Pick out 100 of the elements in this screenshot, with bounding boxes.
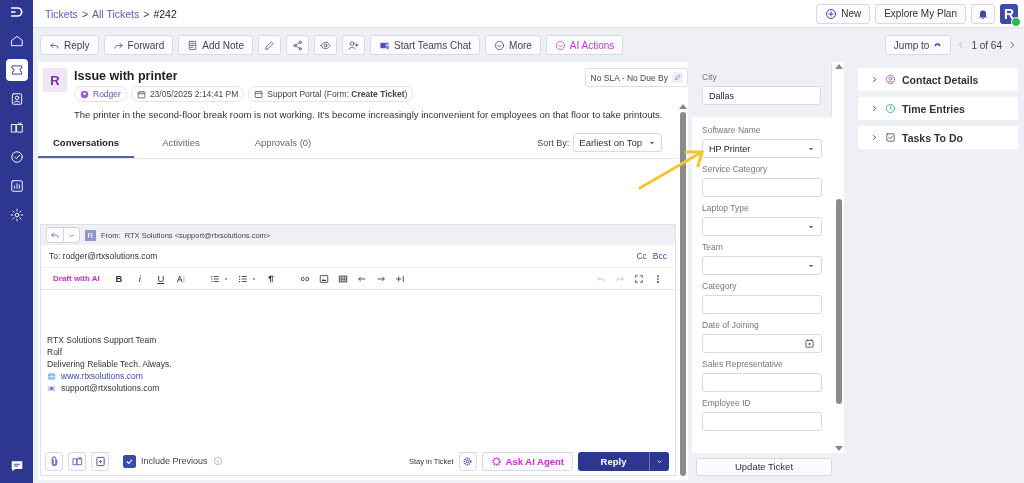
date-field[interactable] — [702, 334, 822, 353]
toolbar-button[interactable]: AI Actions — [545, 35, 624, 55]
field-label: Software Name — [702, 125, 762, 135]
icon-button[interactable] — [313, 35, 337, 55]
select-field[interactable]: HP Printer — [702, 139, 822, 158]
collapsible-panel[interactable]: Tasks To Do — [858, 126, 1018, 149]
knowledge-base-button[interactable] — [68, 451, 86, 471]
tab[interactable]: Approvals (0) — [228, 127, 338, 158]
check-circle-icon — [9, 150, 24, 164]
fullscreen-icon — [634, 273, 644, 284]
share-icon — [291, 39, 303, 51]
website-link[interactable]: www.rtxsolutions.com — [61, 371, 143, 381]
globe-icon — [47, 371, 56, 381]
created-date: 23/05/2025 2:14:41 PM — [149, 89, 239, 99]
insert-icon — [394, 273, 405, 284]
ticket-title: Issue with printer — [74, 69, 178, 83]
update-ticket-button[interactable]: Update Ticket — [696, 457, 832, 476]
toolbar-button[interactable]: Add Note — [178, 35, 253, 55]
draft-with-ai-button[interactable]: Draft with AI — [53, 274, 100, 283]
format-button[interactable]: i — [133, 273, 146, 284]
pencil-icon — [263, 39, 275, 51]
scrollbar[interactable] — [834, 64, 844, 451]
format-button[interactable]: U — [154, 273, 167, 284]
settings-button[interactable] — [458, 451, 477, 471]
field-label: Service Category — [702, 164, 769, 174]
pager-text: 1 of 64 — [971, 39, 1002, 51]
input-field[interactable] — [702, 373, 822, 392]
toolbar-button[interactable]: Reply — [40, 35, 99, 55]
flower-icon — [490, 455, 502, 467]
breadcrumb-separator: > — [81, 7, 88, 20]
toolbar-button[interactable]: More — [485, 35, 541, 55]
chart-icon — [9, 179, 24, 193]
input-field[interactable] — [702, 412, 822, 431]
sort-label: Sort By: — [537, 137, 570, 148]
panel-title: Contact Details — [902, 73, 979, 86]
explore-plan-button[interactable]: Explore My Plan — [875, 3, 966, 24]
format-button[interactable]: B — [112, 273, 125, 284]
cc-link[interactable]: Cc — [636, 251, 647, 261]
ticket-description: The printer in the second-floor break room is not working. It's become increasingly inconvenient for employees on that floor to take printouts. — [74, 109, 664, 120]
reply-icon — [50, 230, 60, 240]
toolbar-button[interactable]: Forward — [103, 35, 174, 55]
input-field[interactable] — [702, 178, 822, 197]
field-label: City — [702, 72, 718, 82]
field-label: Laptop Type — [702, 203, 750, 213]
signature-email: support@rtxsolutions.com — [61, 382, 160, 394]
email-icon — [47, 383, 56, 393]
requester-name: Rodger — [93, 89, 121, 99]
reply-options-button[interactable] — [649, 451, 669, 471]
font-size-icon — [175, 273, 186, 284]
plus-circle-icon — [825, 7, 838, 20]
select-field[interactable] — [702, 256, 822, 275]
tab[interactable]: Activities — [134, 127, 228, 158]
template-button[interactable] — [91, 451, 109, 471]
window-icon — [254, 89, 264, 99]
toolbar-button[interactable]: Start Teams Chat — [369, 35, 481, 55]
exit-icon — [8, 4, 25, 20]
collapsible-panel[interactable]: Contact Details — [858, 68, 1018, 91]
notifications-button[interactable] — [971, 3, 995, 24]
scrollbar[interactable] — [679, 104, 686, 476]
book-icon — [9, 121, 24, 135]
icon-button[interactable] — [257, 35, 281, 55]
bcc-link[interactable]: Bcc — [652, 251, 667, 261]
tab[interactable]: Conversations — [38, 127, 134, 158]
sort-select[interactable]: Earliest on Top — [573, 133, 662, 152]
ask-ai-agent-button[interactable]: Ask AI Agent — [481, 451, 573, 471]
breadcrumb-link[interactable]: All Tickets — [92, 7, 140, 20]
include-previous-checkbox[interactable] — [123, 454, 136, 468]
panel-title: Tasks To Do — [902, 131, 963, 144]
checkmark-icon — [125, 456, 134, 466]
input-field[interactable] — [702, 295, 822, 314]
table-icon — [337, 273, 348, 284]
sla-chip[interactable]: No SLA - No Due By — [584, 68, 688, 87]
to-address: To: rodger@rtxsolutions.com — [49, 251, 158, 261]
jump-to-button[interactable]: Jump to — [884, 35, 952, 55]
next-button[interactable] — [1007, 40, 1017, 50]
chevron-circle-icon — [554, 39, 566, 51]
source-text: Support Portal (Form: Create Ticket) — [267, 89, 408, 99]
panel-title: Time Entries — [902, 102, 965, 115]
field-label: Category — [702, 281, 738, 291]
settings-icon — [9, 208, 24, 222]
new-button[interactable]: New — [816, 3, 871, 24]
select-field[interactable] — [702, 217, 822, 236]
calendar-icon — [804, 338, 815, 349]
sender-avatar: R — [85, 229, 96, 241]
user-avatar[interactable]: R — [1000, 3, 1018, 24]
reply-button[interactable]: Reply — [578, 451, 649, 471]
breadcrumb-link[interactable]: Tickets — [45, 7, 78, 20]
attach-button[interactable] — [45, 451, 63, 471]
collapsible-panel[interactable]: Time Entries — [858, 97, 1018, 120]
nav-item[interactable] — [5, 59, 28, 81]
reply-type-button[interactable] — [46, 227, 80, 243]
numbered-list-icon — [209, 273, 220, 284]
checkbox-icon — [885, 132, 896, 143]
bullet-list-icon — [237, 273, 248, 284]
info-icon — [212, 456, 223, 466]
icon-button[interactable] — [285, 35, 309, 55]
sla-text: No SLA - No Due By — [590, 72, 668, 83]
icon-button[interactable] — [341, 35, 365, 55]
user-plus-icon — [347, 39, 359, 51]
input-field[interactable]: Dallas — [702, 86, 821, 105]
